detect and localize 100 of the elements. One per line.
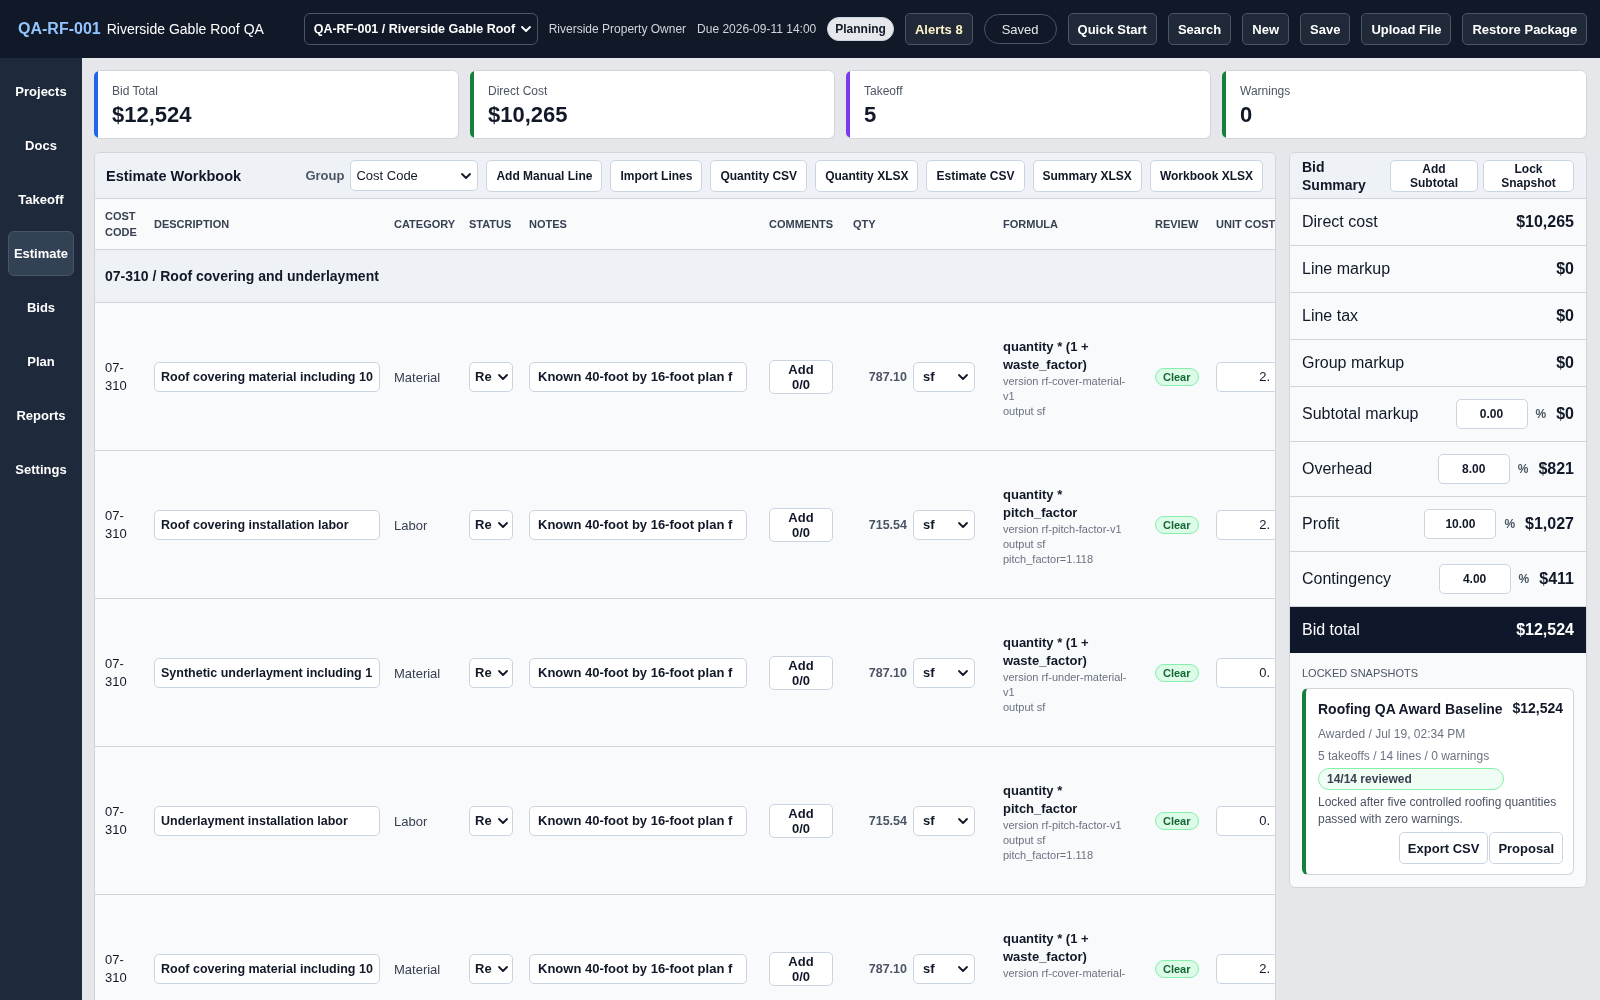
formula-meta-text: output sf — [1003, 404, 1047, 419]
sidebar-item[interactable]: Takeoff — [8, 177, 74, 222]
formula-meta-text: version rf-pitch-factor-v1 — [1003, 818, 1123, 833]
summary-button[interactable]: Lock Snapshot — [1483, 159, 1574, 192]
formula-meta-text: version rf-cover-material- — [1003, 966, 1127, 981]
chevron-down-icon — [498, 373, 508, 380]
kpi-label: Bid Total — [112, 83, 159, 99]
status-select[interactable]: Re — [469, 361, 513, 392]
owner-text: Riverside Property Owner — [548, 22, 687, 36]
comments-button[interactable]: Add 0/0 — [769, 359, 833, 394]
snapshot-button[interactable]: Export CSV — [1398, 832, 1489, 864]
comments-button[interactable]: Add 0/0 — [769, 803, 833, 838]
project-select[interactable]: QA-RF-001 / Riverside Gable Roof — [303, 13, 538, 45]
unit-cost-input[interactable]: 0. — [1216, 657, 1275, 688]
percent-input[interactable]: 4.00 — [1438, 564, 1511, 594]
unit-select[interactable]: sf — [913, 361, 975, 392]
category-text: Labor — [394, 813, 428, 829]
summary-value: $821 — [1538, 460, 1574, 478]
sidebar-item[interactable]: Docs — [8, 123, 74, 168]
sidebar-item[interactable]: Reports — [8, 393, 74, 438]
export-button[interactable]: Estimate CSV — [926, 159, 1025, 192]
cost-code-text: 07-310 — [105, 654, 128, 691]
export-button[interactable]: Add Manual Line — [486, 159, 603, 192]
sidebar-item[interactable]: Estimate — [8, 231, 74, 276]
comments-button[interactable]: Add 0/0 — [769, 951, 833, 986]
quantity-value: 787.10 — [867, 961, 907, 976]
summary-button[interactable]: Add Subtotal — [1390, 159, 1478, 192]
formula-meta-text: output sf — [1003, 537, 1047, 552]
export-button[interactable]: Import Lines — [610, 159, 703, 192]
comments-button[interactable]: Add 0/0 — [769, 655, 833, 690]
summary-label: Contingency — [1302, 570, 1392, 588]
project-title: Riverside Gable Roof QA — [106, 21, 265, 37]
unit-select[interactable]: sf — [913, 953, 975, 984]
description-input[interactable]: Underlayment installation labor — [154, 805, 380, 836]
due-date-text: Due 2026-09-11 14:00 — [697, 22, 817, 36]
unit-cost-input[interactable]: 0. — [1216, 805, 1275, 836]
formula-meta-text: pitch_factor=1.118 — [1003, 552, 1094, 567]
percent-sign: % — [1504, 517, 1516, 531]
notes-input[interactable]: Known 40-foot by 16-foot plan f — [529, 657, 747, 688]
kpi-label: Direct Cost — [488, 83, 549, 99]
cost-code-text: 07-310 — [105, 950, 128, 987]
status-select[interactable]: Re — [469, 657, 513, 688]
group-select[interactable]: Cost Code — [350, 160, 479, 191]
toolbar-button[interactable]: Restore Package — [1462, 13, 1588, 45]
comments-button[interactable]: Add 0/0 — [769, 507, 833, 542]
chevron-down-icon — [461, 172, 472, 179]
chevron-down-icon — [958, 817, 968, 824]
category-text: Material — [394, 961, 441, 977]
column-header: COMMENTS — [769, 217, 835, 232]
export-button[interactable]: Quantity CSV — [710, 159, 808, 192]
description-input[interactable]: Roof covering material including 10 — [154, 361, 380, 392]
export-button[interactable]: Quantity XLSX — [815, 159, 919, 192]
unit-select[interactable]: sf — [913, 509, 975, 540]
summary-label: Direct cost — [1302, 213, 1379, 231]
percent-input[interactable]: 8.00 — [1437, 454, 1510, 484]
notes-input[interactable]: Known 40-foot by 16-foot plan f — [529, 361, 747, 392]
description-input[interactable]: Synthetic underlayment including 1 — [154, 657, 380, 688]
notes-input[interactable]: Known 40-foot by 16-foot plan f — [529, 509, 747, 540]
sidebar-item[interactable]: Settings — [8, 447, 74, 492]
summary-label: Overhead — [1302, 460, 1374, 478]
percent-sign: % — [1517, 462, 1529, 476]
sidebar-item[interactable]: Plan — [8, 339, 74, 384]
unit-cost-input[interactable]: 2. — [1216, 953, 1275, 984]
description-input[interactable]: Roof covering material including 10 — [154, 953, 380, 984]
unit-select[interactable]: sf — [913, 805, 975, 836]
column-header: DESCRIPTION — [154, 217, 231, 232]
description-input[interactable]: Roof covering installation labor — [154, 509, 380, 540]
unit-select[interactable]: sf — [913, 657, 975, 688]
chevron-down-icon — [958, 373, 968, 380]
formula-meta-text: output sf — [1003, 700, 1047, 715]
formula-meta-text: pitch_factor=1.118 — [1003, 848, 1094, 863]
toolbar-button[interactable]: Search — [1167, 13, 1232, 45]
snapshot-button[interactable]: Proposal — [1489, 832, 1563, 864]
bid-total-value: $12,524 — [1516, 621, 1574, 639]
review-badge: Clear — [1155, 664, 1199, 682]
formula-text: quantity * (1 + waste_factor) — [1003, 634, 1090, 670]
export-button[interactable]: Workbook XLSX — [1149, 159, 1263, 192]
notes-input[interactable]: Known 40-foot by 16-foot plan f — [529, 953, 747, 984]
percent-input[interactable]: 10.00 — [1424, 509, 1497, 539]
sidebar-item[interactable]: Projects — [8, 69, 74, 114]
notes-input[interactable]: Known 40-foot by 16-foot plan f — [529, 805, 747, 836]
summary-value: $0 — [1556, 260, 1574, 278]
toolbar-button[interactable]: Save — [1300, 13, 1351, 45]
alerts-button[interactable]: Alerts 8 — [904, 13, 973, 45]
toolbar-button[interactable]: Upload File — [1361, 13, 1452, 45]
status-select[interactable]: Re — [469, 953, 513, 984]
cost-code-text: 07-310 — [105, 506, 128, 543]
column-header: NOTES — [529, 217, 568, 232]
toolbar-button[interactable]: Quick Start — [1067, 13, 1157, 45]
percent-input[interactable]: 0.00 — [1455, 399, 1528, 429]
unit-cost-input[interactable]: 2. — [1216, 361, 1275, 392]
sidebar-item[interactable]: Bids — [8, 285, 74, 330]
status-select[interactable]: Re — [469, 509, 513, 540]
export-button[interactable]: Summary XLSX — [1032, 159, 1142, 192]
quantity-value: 715.54 — [867, 813, 907, 828]
toolbar-button[interactable]: New — [1242, 13, 1289, 45]
status-select[interactable]: Re — [469, 805, 513, 836]
unit-cost-input[interactable]: 2. — [1216, 509, 1275, 540]
chevron-down-icon — [498, 817, 508, 824]
panel-title: Bid Summary — [1302, 157, 1367, 194]
